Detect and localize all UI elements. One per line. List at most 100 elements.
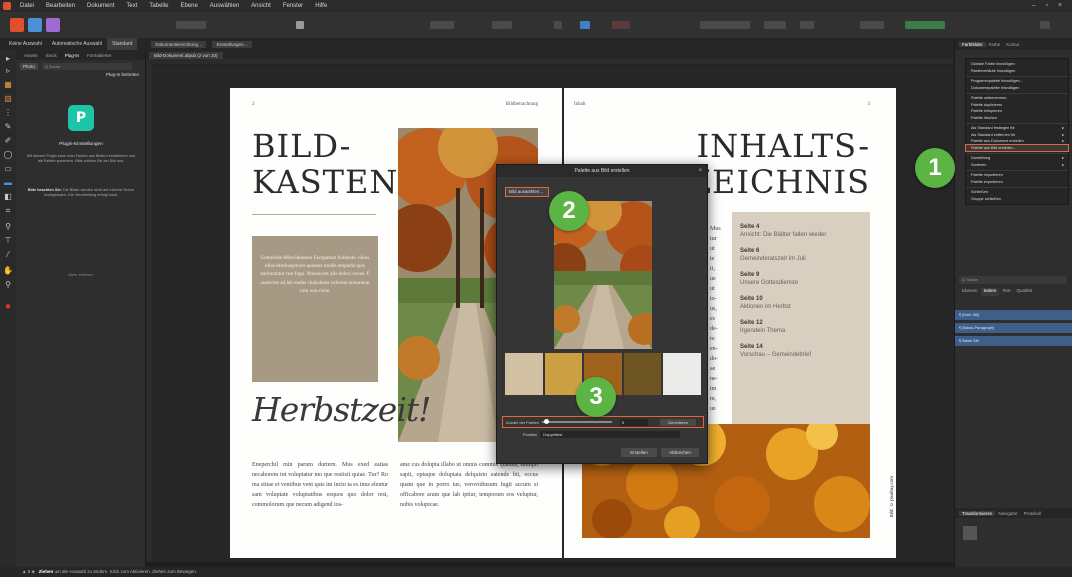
status-zoom[interactable]: ▲ 5 ◈ [22, 569, 35, 574]
table-tool-icon[interactable]: ⋮ [3, 108, 13, 117]
menu-datei[interactable]: Datei [14, 0, 40, 12]
toolbar-group-bool[interactable] [860, 21, 884, 29]
tab-history[interactable]: Protokoll [1021, 511, 1045, 516]
artistic-text-tool-icon[interactable]: ⁄ [3, 250, 13, 259]
node-tool-icon[interactable]: ▹ [3, 66, 13, 75]
view-mode-icon[interactable] [296, 21, 304, 29]
place-tool-icon[interactable]: ⚲ [3, 222, 13, 231]
tab-transform[interactable]: Transformieren [959, 510, 996, 516]
toolbar-preflight-icon[interactable] [580, 21, 590, 29]
zoom-tool-icon[interactable]: ⚲ [3, 280, 13, 289]
color-well-icon[interactable]: ● [3, 302, 13, 312]
left-search-input[interactable]: Q Suche [41, 62, 132, 70]
context-menu-item[interactable]: Gruppe schließen [966, 196, 1068, 203]
crop-tool-icon[interactable]: ⌗ [3, 206, 13, 215]
right-search-input[interactable]: Q Suche [959, 276, 1067, 284]
menu-ansicht[interactable]: Ansicht [245, 0, 277, 12]
style-row-base-paragraph[interactable]: ¶ [Basis-Paragraph] [955, 323, 1072, 333]
partial-text-column[interactable]: Mus tur ut te it, ue ut io- us, es de- r… [710, 224, 728, 414]
menu-auswaehlen[interactable]: Auswählen [204, 0, 245, 12]
slider-knob[interactable] [543, 419, 549, 425]
menu-ebene[interactable]: Ebene [174, 0, 203, 12]
swatch-1[interactable] [505, 353, 543, 395]
style-row-base-style[interactable]: ¶ Basis Stil [955, 336, 1072, 346]
vector-crop-tool-icon[interactable]: ⊤ [3, 236, 13, 245]
dialog-close-icon[interactable]: × [698, 165, 702, 177]
menu-bearbeiten[interactable]: Bearbeiten [40, 0, 81, 12]
toolbar-warning-icon[interactable] [612, 21, 630, 29]
create-button[interactable]: Erstellen [621, 448, 657, 457]
toolbar-snapping-icon[interactable] [554, 21, 562, 29]
toolbar-group-arrange[interactable] [700, 21, 750, 29]
tab-quality[interactable]: Qualität [1014, 288, 1036, 296]
designer-persona-icon[interactable] [46, 18, 60, 32]
window-controls[interactable]: – ▫ × [1032, 0, 1066, 12]
swatch-4[interactable] [623, 353, 662, 395]
context-menu-item[interactable]: Palette löschen [966, 115, 1068, 122]
plugin-join-label[interactable]: Plug-In beitreten [16, 72, 145, 80]
ctx-standard[interactable]: Standard [107, 38, 138, 50]
toolbar-group-color[interactable] [905, 21, 945, 29]
shape-tool-icon[interactable]: ◯ [3, 150, 13, 159]
move-tool-icon[interactable]: ▸ [3, 54, 13, 63]
pen-tool-icon[interactable]: ✎ [3, 122, 13, 131]
tab-formatted[interactable]: Formatierter [83, 53, 116, 58]
anchor-selector-icon[interactable] [963, 526, 977, 540]
quote-box[interactable]: Gemeinde Münchhausen Facepatum bullende.… [252, 236, 378, 382]
document-tab[interactable]: Bild-Dokument.afpub (2 von 10) [149, 52, 223, 59]
menu-tabelle[interactable]: Tabelle [143, 0, 174, 12]
fill-tool-icon[interactable]: ▬ [3, 178, 13, 187]
toolbar-group-view[interactable] [430, 21, 454, 29]
context-menu-item[interactable]: Palette exportieren [966, 179, 1068, 186]
toolbar-group-preferences[interactable] [176, 21, 206, 29]
position-select[interactable]: Doppeltest [540, 431, 681, 438]
swatch-5[interactable] [663, 353, 701, 395]
tab-text-styles[interactable]: Text [999, 288, 1013, 296]
context-menu-item[interactable]: Rasterverläufe hinzufügen [966, 68, 1068, 75]
color-count-slider[interactable] [541, 419, 612, 425]
generate-button[interactable]: Generieren [659, 418, 696, 426]
learn-more-link[interactable]: Mehr erfahren [22, 272, 140, 277]
view-tool-icon[interactable]: ✋ [3, 266, 13, 275]
tab-pages[interactable]: Seiten [980, 288, 1000, 296]
context-menu-item[interactable]: Dokumentpalette hinzufügen [966, 85, 1068, 92]
toolbar-group-snap[interactable] [492, 21, 512, 29]
frame-text-tool-icon[interactable]: ▦ [3, 80, 13, 89]
body-column-2[interactable]: ame cus dolupta illabo ut omnis commis q… [400, 460, 538, 510]
toolbar-group-align[interactable] [764, 21, 786, 29]
toolbar-group-flip[interactable] [800, 21, 814, 29]
body-column-1[interactable]: Eneperchil min parum durtern. Mus exed e… [252, 460, 388, 510]
toc-box[interactable]: Seite 4 Ansicht: Die Blätter fallen wied… [732, 212, 870, 448]
transparency-tool-icon[interactable]: ◧ [3, 192, 13, 201]
picture-frame-tool-icon[interactable]: ▧ [3, 94, 13, 103]
photo-button[interactable]: Photo [20, 62, 38, 70]
photo-persona-icon[interactable] [28, 18, 42, 32]
tab-navigator[interactable]: Navigator [995, 511, 1020, 516]
select-image-button[interactable]: Bild auswählen… [505, 187, 549, 197]
menu-fenster[interactable]: Fenster [277, 0, 309, 12]
tab-color[interactable]: Farbe [986, 42, 1004, 47]
tab-assets[interactable]: Assets [20, 53, 42, 58]
tab-swatches[interactable]: Farbfelder [959, 41, 986, 47]
ctx-auto-select[interactable]: Automatische Auswahl [47, 38, 107, 50]
ctx-no-selection[interactable]: Keine Auswahl [4, 38, 47, 50]
rectangle-tool-icon[interactable]: ▭ [3, 164, 13, 173]
app-logo-icon[interactable] [0, 0, 14, 12]
context-menu-item[interactable]: Palette aus Bild erstellen... [965, 143, 1069, 152]
tab-layers[interactable]: Ebenen [959, 288, 981, 296]
settings-button[interactable]: Einstellungen… [212, 40, 252, 48]
tab-stock[interactable]: Stock [42, 53, 61, 58]
cancel-button[interactable]: Abbrechen [661, 448, 699, 457]
tab-stroke[interactable]: Kontur [1003, 42, 1022, 47]
toolbar-settings-icon[interactable] [1040, 21, 1050, 29]
tab-plugin[interactable]: Plug-In [61, 53, 83, 58]
document-setup-button[interactable]: Dokumenteinrichtung… [151, 40, 207, 48]
color-count-input[interactable]: 5 [619, 418, 648, 426]
menu-dokument[interactable]: Dokument [81, 0, 120, 12]
menu-hilfe[interactable]: Hilfe [309, 0, 333, 12]
pencil-tool-icon[interactable]: ✐ [3, 136, 13, 145]
menu-text[interactable]: Text [120, 0, 143, 12]
publisher-persona-icon[interactable] [10, 18, 24, 32]
context-menu-item[interactable]: Sortieren ▸ [966, 162, 1068, 169]
style-row-no-style[interactable]: ¶ [Kein Stil] [955, 310, 1072, 320]
